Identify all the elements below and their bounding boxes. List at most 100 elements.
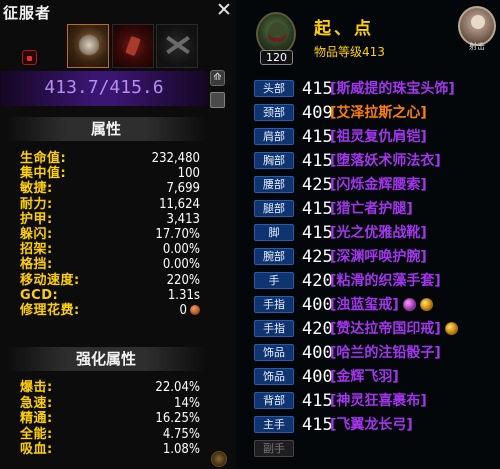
item-name-link[interactable]: [飞翼龙长弓] [330,416,413,434]
equipment-slot-row[interactable]: 颈部 409 [艾泽拉斯之心] [254,103,498,123]
item-level: 420 [302,319,333,339]
spec-survival-icon[interactable] [156,24,198,68]
equipment-slot-row[interactable]: 头部 415 [斯威提的珠宝头饰] [254,79,498,99]
stat-value: 232,480 [152,151,200,166]
equipment-slot-row[interactable]: 手指 420 [赞达拉帝国印戒] [254,319,498,339]
equipment-slot-row[interactable]: 背部 415 [神灵狂喜裹布] [254,391,498,411]
stat-value-text: 3,413 [166,211,200,227]
item-name-link[interactable]: [深渊呼唤护腕] [330,248,427,266]
item-name-link[interactable]: [哈兰的注铅骰子] [330,344,441,362]
enhancements-header: 强化属性 [6,347,206,371]
item-level: 415 [302,127,333,147]
orange-gem-icon[interactable] [419,298,433,311]
item-name-text: [赞达拉帝国印戒] [330,321,441,337]
stat-value-text: 1.31s [167,287,200,303]
equipment-slot-row[interactable]: 饰品 400 [金辉飞羽] [254,367,498,387]
target-label: 射击 [469,42,485,51]
stat-name: 生命值: [20,151,67,166]
item-name-text: [神灵狂喜裹布] [330,393,427,409]
slot-label: 手 [254,272,294,289]
character-name: 起、点 [314,19,374,39]
stat-row: 敏捷: 7,699 [20,181,200,196]
equipment-slot-row[interactable]: 胸部 415 [堕落妖术师法衣] [254,151,498,171]
item-name-text: [堕落妖术师法衣] [330,153,441,169]
toggle-icon[interactable] [210,92,225,108]
stat-row: 护甲: 3,413 [20,212,200,227]
slot-label: 主手 [254,416,294,433]
item-name-link[interactable]: [浊蓝玺戒] [330,296,433,314]
item-name-link[interactable]: [神灵狂喜裹布] [330,392,427,410]
item-name-link[interactable]: [艾泽拉斯之心] [330,104,427,122]
item-level: 415 [302,415,333,435]
slot-label: 胸部 [254,152,294,169]
stat-value: 100 [178,166,200,181]
item-level: 415 [302,199,333,219]
spec-beast-icon[interactable] [67,24,109,68]
stat-name: 精通: [20,411,53,426]
close-button[interactable]: ✕ [214,0,234,21]
stat-value: 0.00% [163,242,200,257]
item-name-link[interactable]: [粘滑的织藻手套] [330,272,441,290]
item-name-text: [祖灵复仇肩铠] [330,129,427,145]
panel-title: 征服者 [3,4,52,22]
item-name-link[interactable]: [赞达拉帝国印戒] [330,320,458,338]
equipment-slot-row[interactable]: 饰品 400 [哈兰的注铅骰子] [254,343,498,363]
equipment-slot-row[interactable]: 脚 415 [光之优雅战靴] [254,223,498,243]
lock-icon[interactable] [22,50,37,65]
stat-value: 11,624 [159,197,200,212]
slot-label: 腿部 [254,200,294,217]
level-badge: 120 [260,50,293,65]
copper-coin-icon [190,305,200,315]
stat-value: 7,699 [167,181,200,196]
slot-label: 背部 [254,392,294,409]
purple-gem-icon[interactable] [402,298,416,311]
orange-gem-icon[interactable] [444,322,458,335]
item-name-link[interactable]: [闪烁金辉腰索] [330,176,427,194]
stat-name: 吸血: [20,442,53,457]
slot-label: 头部 [254,80,294,97]
slot-label: 饰品 [254,344,294,361]
stat-value-text: 4.75% [162,426,200,442]
item-name-link[interactable]: [猎亡者护腿] [330,200,413,218]
item-level: 425 [302,175,333,195]
item-level-label: 物品等级413 [314,45,385,59]
stat-value-text: 17.70% [155,227,200,242]
equipment-slot-row[interactable]: 副手 [254,439,498,459]
equipment-slot-row[interactable]: 腿部 415 [猎亡者护腿] [254,199,498,219]
item-name-link[interactable]: [斯威提的珠宝头饰] [330,80,455,98]
character-stats-panel: 征服者 ✕ 413.7/415.6 ⟰ 属性 生命值: 232,480 集中值: 10… [0,0,236,469]
stat-value: 1.08% [163,442,200,457]
stat-name: 急速: [20,395,53,411]
stat-row: 全能: 4.75% [20,427,200,442]
stat-value: 22.04% [155,380,200,395]
equipment-slot-row[interactable]: 手指 400 [浊蓝玺戒] [254,295,498,315]
item-level: 400 [302,295,333,315]
item-name-link[interactable]: [祖灵复仇肩铠] [330,128,427,146]
stat-value-text: 16.25% [155,411,200,426]
stat-value-text: 232,480 [151,151,200,166]
item-name-text: [光之优雅战靴] [330,225,427,241]
sort-icon[interactable]: ⟰ [210,70,225,86]
equipment-slot-row[interactable]: 腕部 425 [深渊呼唤护腕] [254,247,498,267]
spec-marksman-icon[interactable] [112,24,154,68]
item-name-link[interactable]: [金辉飞羽] [330,368,399,386]
slot-label: 腕部 [254,248,294,265]
item-name-text: [金辉飞羽] [330,369,399,385]
equipment-slot-row[interactable]: 腰部 425 [闪烁金辉腰索] [254,175,498,195]
stat-value: 3,413 [167,212,200,227]
stat-row: 生命值: 232,480 [20,151,200,166]
item-name-text: [艾泽拉斯之心] [330,105,427,121]
equipment-panel: 120 起、点 物品等级413 射击 头部 415 [斯威提的珠宝头饰] 颈部 409[… [236,0,500,469]
equipment-slot-row[interactable]: 手 420 [粘滑的织藻手套] [254,271,498,291]
item-name-link[interactable]: [光之优雅战靴] [330,224,427,242]
stat-name: GCD: [20,287,59,303]
stat-name: 招架: [20,242,53,258]
equipment-slot-row[interactable]: 肩部 415 [祖灵复仇肩铠] [254,127,498,147]
target-portrait-button[interactable] [458,6,496,46]
emblem-icon[interactable] [211,451,227,467]
stat-value-text: 14% [174,395,200,411]
stat-value-text: 100 [177,166,200,182]
equipment-slot-row[interactable]: 主手 415 [飞翼龙长弓] [254,415,498,435]
stat-value-text: 220% [166,272,200,288]
item-name-link[interactable]: [堕落妖术师法衣] [330,152,441,170]
